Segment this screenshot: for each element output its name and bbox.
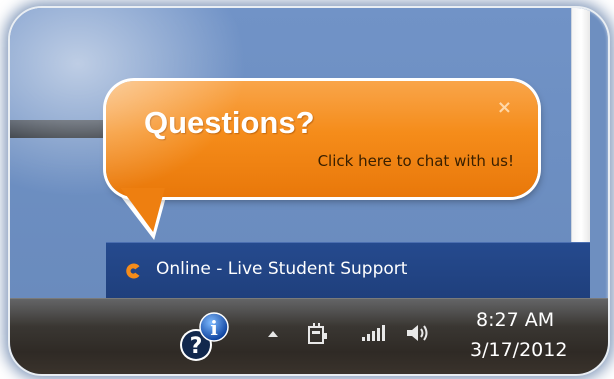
signal-bars-icon[interactable] xyxy=(360,323,388,343)
window-edge-bar xyxy=(10,120,106,138)
chat-invite-bubble[interactable]: Questions? Click here to chat with us! × xyxy=(106,81,538,197)
rounded-screenshot-frame: Questions? Click here to chat with us! ×… xyxy=(8,6,610,376)
clock-date[interactable]: 3/17/2012 xyxy=(470,339,567,361)
show-hidden-icons-arrow[interactable] xyxy=(268,331,278,337)
svg-text:i: i xyxy=(210,316,218,340)
chat-bubble-title[interactable]: Questions? xyxy=(144,105,315,141)
close-icon[interactable]: × xyxy=(497,99,512,117)
power-plug-icon[interactable] xyxy=(306,321,328,345)
svg-text:?: ? xyxy=(190,334,203,359)
chat-status-bar[interactable]: Online - Live Student Support xyxy=(106,242,590,299)
clock-time[interactable]: 8:27 AM xyxy=(476,309,554,331)
status-label: Online - Live Student Support xyxy=(156,259,408,279)
windows-taskbar: ? i 8:27 AM 3/17/2012 xyxy=(10,298,608,374)
volume-icon[interactable] xyxy=(404,321,430,345)
screenshot-stage: Questions? Click here to chat with us! ×… xyxy=(0,0,614,379)
chat-c-logo-icon xyxy=(126,263,140,279)
info-question-icon[interactable]: ? i xyxy=(178,309,232,365)
chat-bubble-subtitle[interactable]: Click here to chat with us! xyxy=(318,152,514,170)
desktop-area: Questions? Click here to chat with us! ×… xyxy=(10,8,590,299)
